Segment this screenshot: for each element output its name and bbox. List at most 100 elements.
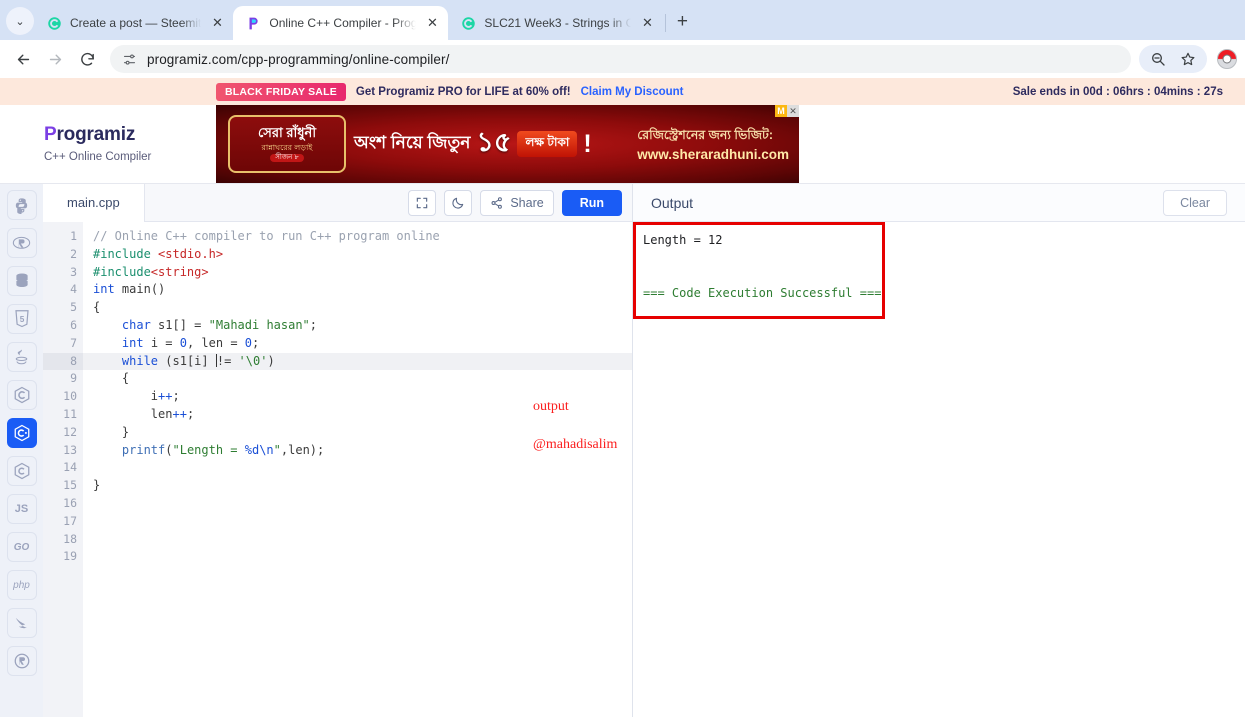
rail-item-html[interactable]: 5 — [6, 304, 37, 334]
rail-item-python[interactable] — [6, 190, 37, 220]
rail-item-javascript[interactable]: JS — [6, 494, 37, 524]
rail-item-rust[interactable] — [6, 646, 37, 676]
zoom-out-icon[interactable] — [1145, 46, 1171, 72]
rail-item-csharp[interactable] — [6, 456, 37, 486]
output-line-blank — [643, 268, 1235, 286]
rail-item-swift[interactable] — [6, 608, 37, 638]
svg-text:5: 5 — [19, 315, 24, 324]
brand-logo-p: P — [44, 124, 57, 146]
steemit-icon — [46, 15, 62, 31]
promo-bar: BLACK FRIDAY SALE Get Programiz PRO for … — [0, 78, 1245, 105]
line-number: 10 — [63, 389, 77, 404]
close-icon[interactable]: ✕ — [424, 15, 440, 31]
ad-banner[interactable]: সেরা রাঁধুনী রান্নাঘরের লড়াই সীজন ৮ অংশ … — [216, 105, 799, 183]
rail-item-go[interactable]: GO — [6, 532, 37, 562]
close-icon[interactable]: ✕ — [209, 15, 225, 31]
rail-item-php[interactable]: php — [6, 570, 37, 600]
toolbar-actions — [1139, 45, 1237, 73]
annotation-handle: @mahadisalim — [533, 437, 618, 452]
rail-item-cpp[interactable] — [6, 418, 37, 448]
code-line-5: { — [93, 300, 101, 315]
browser-tab-3[interactable]: SLC21 Week3 - Strings in C — S ✕ — [448, 6, 663, 40]
steemit-icon — [460, 15, 476, 31]
file-tab-label: main.cpp — [67, 195, 120, 210]
line-number: 11 — [63, 406, 77, 421]
rail-item-java[interactable] — [6, 342, 37, 372]
ad-logo-line2: রান্নাঘরের লড়াই — [261, 142, 313, 152]
code-line-8-active: while (s1[i] != '\0') — [83, 352, 632, 371]
file-tab-main-cpp[interactable]: main.cpp — [43, 183, 145, 222]
tab-search-chevron-icon[interactable]: ⌄ — [6, 7, 34, 35]
promo-countdown: Sale ends in 00d : 06hrs : 04mins : 27s — [1012, 85, 1223, 98]
rail-item-c[interactable] — [6, 380, 37, 410]
run-button[interactable]: Run — [561, 189, 622, 216]
output-console[interactable]: Length = 12 === Code Execution Successfu… — [633, 222, 1245, 717]
rail-item-sql[interactable] — [6, 266, 37, 296]
site-header: Programiz C++ Online Compiler সেরা রাঁধু… — [0, 105, 1245, 285]
share-button[interactable]: Share — [480, 189, 554, 216]
output-line-status: === Code Execution Successful === — [643, 286, 882, 301]
ad-chip: লক্ষ টাকা — [517, 131, 578, 157]
line-number: 15 — [63, 478, 77, 493]
ad-main: অংশ নিয়ে জিতুন ১৫ লক্ষ টাকা ! — [346, 122, 637, 167]
app-body: 5 JS GO php main.cpp Share Run 1 2 3 4 5… — [0, 183, 1245, 717]
address-bar[interactable]: programiz.com/cpp-programming/online-com… — [110, 45, 1131, 73]
code-editor[interactable]: 1 2 3 4 5 6 7 8 9 10 11 12 13 14 15 16 1… — [43, 222, 632, 717]
code-line-2: #include <stdio.h> — [93, 246, 224, 261]
adchoices-icon[interactable]: M — [775, 105, 787, 117]
share-icon — [490, 196, 504, 210]
ad-exclamation: ! — [583, 129, 592, 158]
line-number: 3 — [70, 264, 77, 279]
line-number-gutter: 1 2 3 4 5 6 7 8 9 10 11 12 13 14 15 16 1… — [43, 222, 91, 717]
ad-badges: M ✕ — [775, 105, 799, 117]
editor-toolbar: main.cpp Share Run — [43, 183, 632, 222]
share-button-label: Share — [510, 195, 544, 210]
reload-button[interactable] — [72, 44, 102, 74]
ad-headline: অংশ নিয়ে জিতুন — [354, 133, 471, 152]
ad-close-icon[interactable]: ✕ — [787, 105, 799, 117]
annotation-output-label: output — [533, 399, 569, 414]
browser-tab-strip: ⌄ Create a post — Steemit ✕ Online C++ C… — [0, 0, 1245, 40]
line-number: 19 — [63, 549, 77, 564]
browser-tab-title: Create a post — Steemit — [70, 16, 202, 30]
programiz-icon — [245, 15, 261, 31]
line-number: 17 — [63, 513, 77, 528]
claim-discount-link[interactable]: Claim My Discount — [581, 86, 684, 98]
line-number: 2 — [70, 246, 77, 261]
output-line-blank — [643, 250, 1235, 268]
line-number-foldable[interactable]: 5 — [43, 299, 91, 317]
back-button[interactable] — [8, 44, 38, 74]
editor-actions: Share Run — [408, 189, 632, 216]
new-tab-button[interactable]: + — [668, 8, 696, 36]
browser-tab-2[interactable]: Online C++ Compiler - Program ✕ — [233, 6, 449, 40]
brand-block[interactable]: Programiz C++ Online Compiler — [0, 124, 216, 163]
rail-item-r[interactable] — [6, 228, 37, 258]
promo-content: BLACK FRIDAY SALE Get Programiz PRO for … — [216, 82, 684, 101]
line-number-foldable[interactable]: 9 — [43, 370, 91, 388]
clear-button[interactable]: Clear — [1163, 189, 1227, 216]
browser-tab-1[interactable]: Create a post — Steemit ✕ — [34, 6, 233, 40]
forward-button[interactable] — [40, 44, 70, 74]
star-icon[interactable] — [1175, 46, 1201, 72]
close-icon[interactable]: ✕ — [639, 15, 655, 31]
browser-toolbar: programiz.com/cpp-programming/online-com… — [0, 40, 1245, 78]
ad-logo: সেরা রাঁধুনী রান্নাঘরের লড়াই সীজন ৮ — [228, 115, 346, 173]
code-line-3: #include<string> — [93, 264, 209, 279]
omnibox-actions-pill — [1139, 45, 1207, 73]
line-number: 7 — [70, 335, 77, 350]
code-line-4: int main() — [93, 282, 166, 297]
ad-number: ১৫ — [476, 126, 512, 157]
ad-cta-line1: রেজিস্ট্রেশনের জন্য ভিজিট: — [637, 127, 774, 142]
fullscreen-icon[interactable] — [408, 189, 437, 216]
url-text: programiz.com/cpp-programming/online-com… — [147, 51, 450, 67]
ad-logo-line1: সেরা রাঁধুনী — [257, 124, 317, 140]
moon-icon[interactable] — [444, 189, 473, 216]
code-line-15: } — [93, 478, 101, 493]
line-number: 18 — [63, 531, 77, 546]
avatar[interactable] — [1217, 49, 1237, 69]
code-lines[interactable]: // Online C++ compiler to run C++ progra… — [83, 222, 632, 717]
browser-tab-title: Online C++ Compiler - Program — [269, 16, 417, 30]
site-settings-icon[interactable] — [122, 52, 137, 67]
